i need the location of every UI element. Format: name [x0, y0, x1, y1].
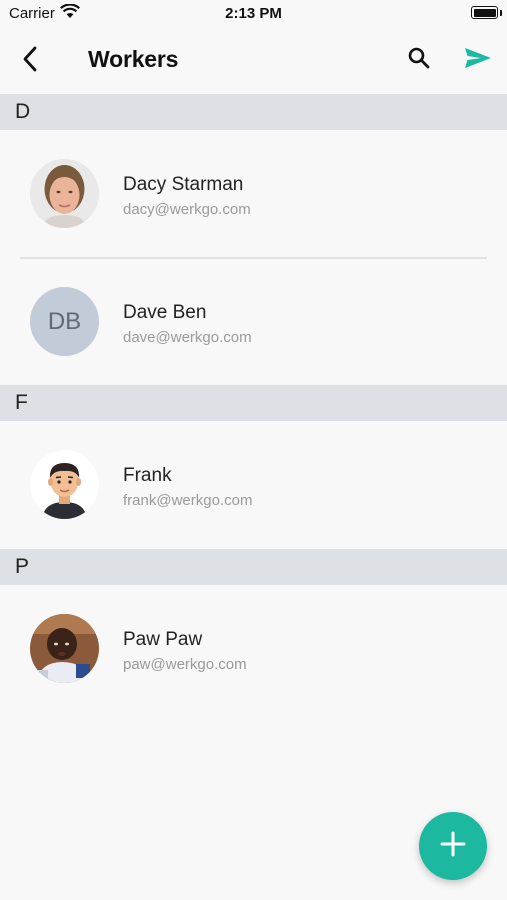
- send-icon: [464, 46, 492, 75]
- plus-icon: [440, 831, 466, 862]
- status-bar: Carrier 2:13 PM: [0, 0, 507, 28]
- add-worker-button[interactable]: [419, 812, 487, 880]
- send-button[interactable]: [460, 42, 496, 78]
- avatar: [30, 450, 99, 519]
- worker-row[interactable]: Frank frank@werkgo.com: [0, 421, 507, 548]
- battery-tip: [500, 10, 502, 16]
- status-time: 2:13 PM: [225, 5, 282, 22]
- avatar: [30, 614, 99, 683]
- avatar-initials: DB: [30, 287, 99, 356]
- worker-email: dave@werkgo.com: [123, 329, 252, 346]
- worker-row[interactable]: DB Dave Ben dave@werkgo.com: [0, 258, 507, 385]
- section-header-f: F: [0, 385, 507, 421]
- search-icon: [407, 46, 431, 75]
- worker-row[interactable]: Paw Paw paw@werkgo.com: [0, 585, 507, 712]
- section-header-p: P: [0, 549, 507, 585]
- worker-row[interactable]: Dacy Starman dacy@werkgo.com: [0, 130, 507, 257]
- worker-email: frank@werkgo.com: [123, 492, 253, 509]
- avatar: DB: [30, 287, 99, 356]
- page-title: Workers: [88, 46, 179, 72]
- worker-name: Paw Paw: [123, 629, 203, 650]
- battery-icon: [471, 6, 498, 19]
- search-button[interactable]: [402, 42, 436, 78]
- worker-name: Dave Ben: [123, 302, 207, 323]
- worker-name: Dacy Starman: [123, 174, 244, 195]
- section-header-d: D: [0, 94, 507, 130]
- worker-email: dacy@werkgo.com: [123, 201, 251, 218]
- chevron-left-icon: [22, 46, 38, 77]
- nav-bar: Workers: [0, 28, 507, 94]
- back-button[interactable]: [14, 42, 46, 80]
- avatar: [30, 159, 99, 228]
- worker-name: Frank: [123, 465, 172, 486]
- worker-email: paw@werkgo.com: [123, 656, 247, 673]
